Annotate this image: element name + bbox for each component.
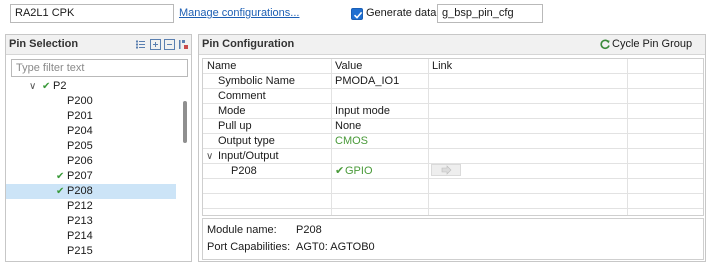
- expand-all-icon[interactable]: [135, 39, 146, 50]
- property-value[interactable]: GPIO: [345, 164, 373, 179]
- generate-data-checkbox[interactable]: [351, 8, 363, 20]
- pin-selection-title: Pin Selection: [9, 38, 79, 50]
- pin-selection-header: Pin Selection: [6, 35, 191, 55]
- tree-scrollbar[interactable]: [179, 79, 191, 261]
- property-name: Comment: [218, 90, 266, 102]
- pin-selection-panel: Pin Selection Type filter text ∨ ✔ P2 P2…: [5, 34, 192, 262]
- checkmark-icon: [353, 11, 363, 19]
- tree-node-p205[interactable]: P205: [6, 139, 176, 154]
- tree-node-label: P205: [67, 140, 93, 152]
- pin-info-panel: Module name: P208 Port Capabilities: AGT…: [202, 218, 704, 260]
- tree-node-p201[interactable]: P201: [6, 109, 176, 124]
- pin-configuration-header: Pin Configuration Cycle Pin Group: [199, 35, 705, 55]
- ok-check-icon: ✔: [335, 165, 345, 177]
- property-value[interactable]: PMODA_IO1: [335, 74, 399, 89]
- pin-filter-input[interactable]: Type filter text: [11, 59, 188, 77]
- manage-configurations-link[interactable]: Manage configurations...: [179, 7, 299, 19]
- generate-data-input[interactable]: g_bsp_pin_cfg: [437, 4, 543, 23]
- tree-node-p2[interactable]: ∨ ✔ P2: [6, 79, 176, 94]
- module-name-value: P208: [296, 224, 322, 236]
- tree-node-p204[interactable]: P204: [6, 124, 176, 139]
- property-value[interactable]: CMOS: [335, 134, 368, 149]
- board-config-field[interactable]: RA2L1 CPK: [10, 4, 174, 23]
- sort-icon[interactable]: [178, 39, 189, 50]
- port-capabilities-label: Port Capabilities:: [207, 241, 291, 253]
- property-name: Pull up: [218, 120, 252, 132]
- tree-node-label: P200: [67, 95, 93, 107]
- property-name: Mode: [218, 105, 246, 117]
- module-name-label: Module name:: [207, 224, 277, 236]
- pin-config-grid: Name Value Link Symbolic Name PMODA_IO1 …: [202, 58, 704, 216]
- tree-node-label: P213: [67, 215, 93, 227]
- tree-node-label: P212: [67, 200, 93, 212]
- tree-node-label: P214: [67, 230, 93, 242]
- pin-configuration-panel: Pin Configuration Cycle Pin Group Name V…: [198, 34, 706, 262]
- collapse-all-icon[interactable]: [150, 39, 161, 50]
- tree-node-label: P215: [67, 245, 93, 257]
- property-name: Output type: [218, 135, 275, 147]
- cycle-icon[interactable]: [600, 39, 611, 50]
- port-capabilities-value: AGT0: AGTOB0: [296, 241, 375, 253]
- column-header-value[interactable]: Value: [335, 59, 362, 74]
- tree-node-p213[interactable]: P213: [6, 214, 176, 229]
- tree-node-p212[interactable]: P212: [6, 199, 176, 214]
- column-header-link[interactable]: Link: [432, 59, 452, 74]
- chevron-down-icon[interactable]: ∨: [206, 149, 213, 164]
- filter-icon[interactable]: [164, 39, 175, 50]
- tree-node-label: P204: [67, 125, 93, 137]
- property-name: Symbolic Name: [218, 75, 296, 87]
- property-group-name: Input/Output: [218, 150, 279, 162]
- configured-check-icon: ✔: [56, 171, 65, 182]
- tree-node-label: P208: [67, 185, 93, 197]
- tree-node-p200[interactable]: P200: [6, 94, 176, 109]
- chevron-down-icon[interactable]: ∨: [29, 79, 36, 94]
- link-arrow-button[interactable]: [431, 164, 461, 176]
- tree-node-p208[interactable]: ✔ P208: [6, 184, 176, 199]
- tree-node-label: P206: [67, 155, 93, 167]
- tree-node-label: P207: [67, 170, 93, 182]
- tree-node-p215[interactable]: P215: [6, 244, 176, 259]
- tree-node-p207[interactable]: ✔ P207: [6, 169, 176, 184]
- column-header-name[interactable]: Name: [207, 59, 236, 74]
- tree-node-label: P2: [53, 80, 67, 92]
- property-value[interactable]: None: [335, 119, 361, 134]
- configured-check-icon: ✔: [56, 186, 65, 197]
- property-value[interactable]: Input mode: [335, 104, 390, 119]
- tree-node-label: P201: [67, 110, 93, 122]
- pin-configuration-title: Pin Configuration: [202, 38, 295, 50]
- tree-node-p214[interactable]: P214: [6, 229, 176, 244]
- property-name: P208: [231, 165, 257, 177]
- configured-check-icon: ✔: [42, 81, 51, 92]
- arrow-right-icon: [441, 165, 452, 175]
- cycle-pin-group-button[interactable]: Cycle Pin Group: [612, 38, 692, 50]
- top-toolbar: RA2L1 CPK Manage configurations... Gener…: [0, 0, 712, 30]
- generate-data-label: Generate data:: [366, 7, 440, 19]
- tree-scrollbar-thumb[interactable]: [183, 101, 187, 143]
- tree-node-p206[interactable]: P206: [6, 154, 176, 169]
